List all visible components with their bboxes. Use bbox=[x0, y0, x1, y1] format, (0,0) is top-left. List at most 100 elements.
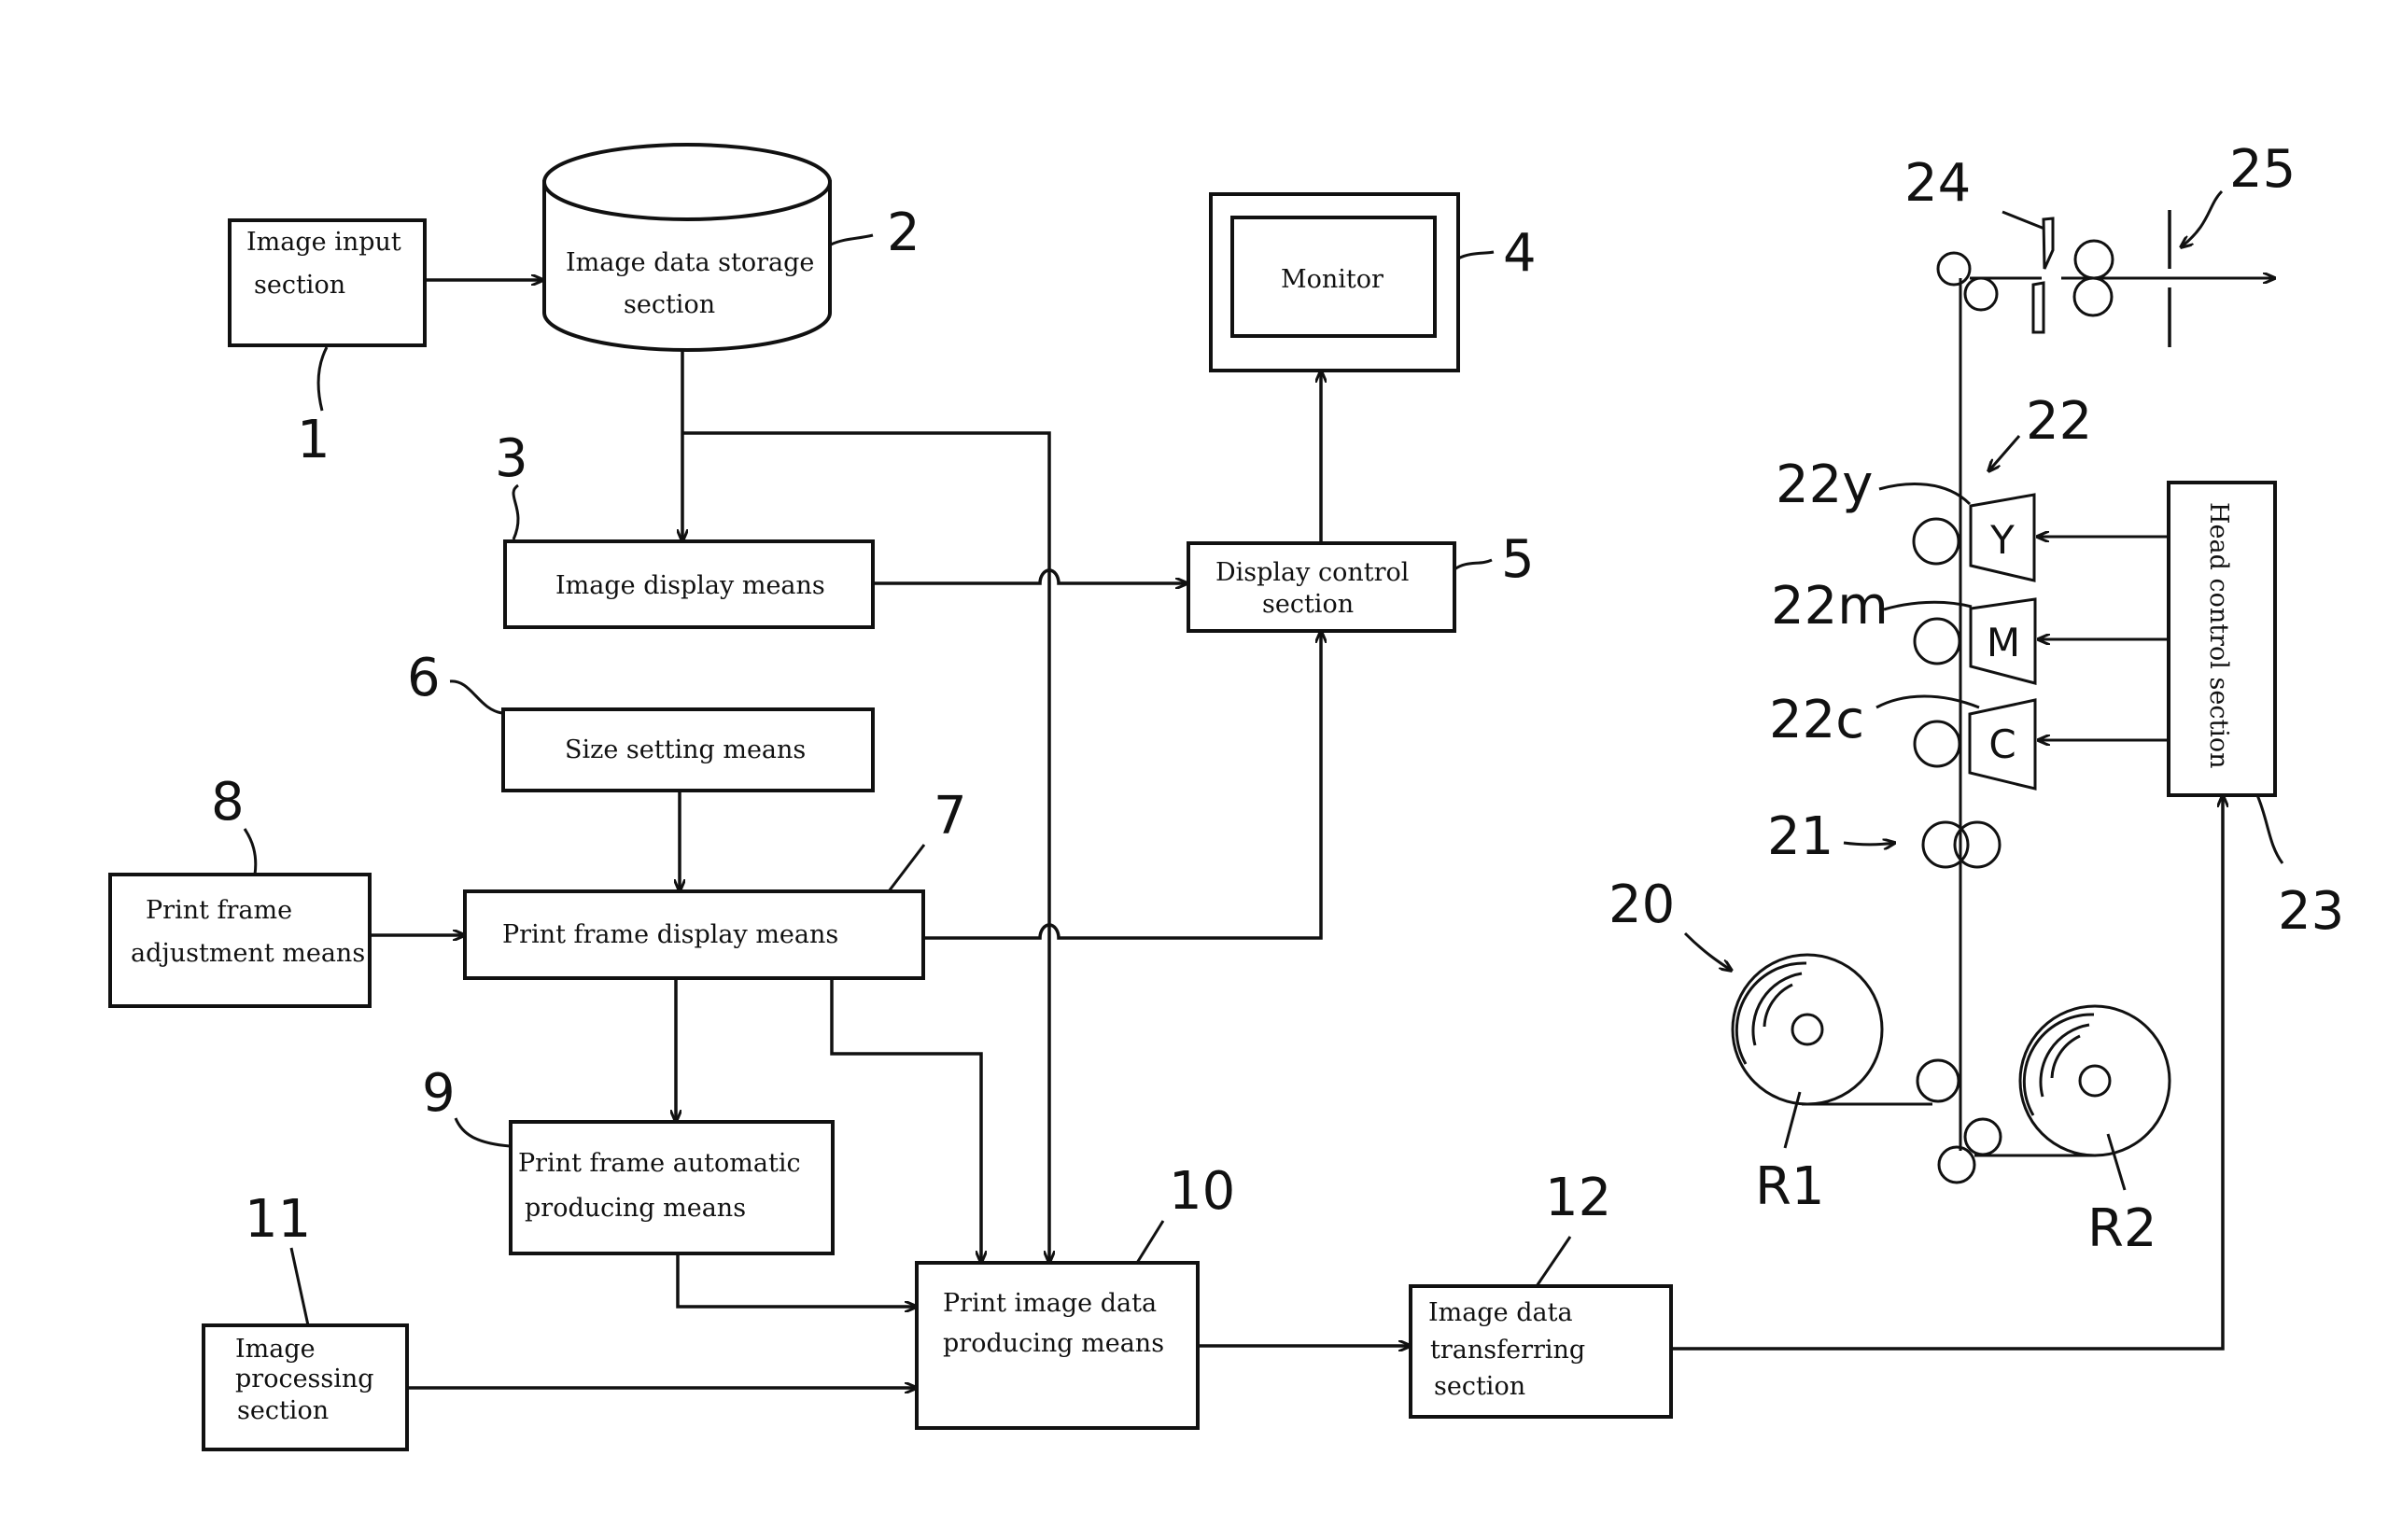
block-image-data-transferring: Image data transferring section bbox=[1409, 1284, 1673, 1419]
head-letter-c: C bbox=[1988, 721, 2016, 767]
ref-number-20: 20 bbox=[1608, 875, 1675, 935]
leader-6 bbox=[449, 679, 503, 715]
leader-7 bbox=[887, 844, 926, 892]
leader-5 bbox=[1454, 558, 1493, 571]
platen-roller bbox=[1913, 617, 1961, 665]
block-print-frame-display: Print frame display means bbox=[463, 889, 925, 980]
block-label-line: section bbox=[1262, 590, 1354, 619]
block-head-control: Head control section bbox=[2167, 481, 2277, 797]
ref-number-22y: 22y bbox=[1776, 455, 1873, 515]
leader-11 bbox=[289, 1247, 310, 1326]
leader-r2 bbox=[2106, 1133, 2127, 1191]
ref-number-23: 23 bbox=[2278, 881, 2344, 942]
ref-number-5: 5 bbox=[1501, 529, 1535, 590]
block-label-line: section bbox=[237, 1396, 329, 1425]
block-size-setting: Size setting means bbox=[501, 707, 875, 792]
leader-4 bbox=[1457, 250, 1495, 260]
leader-25 bbox=[2181, 189, 2224, 247]
block-print-frame-automatic: Print frame automatic producing means bbox=[509, 1120, 835, 1255]
ref-number-24: 24 bbox=[1904, 153, 1971, 214]
block-label-line: processing bbox=[235, 1365, 374, 1393]
roll-core bbox=[2078, 1064, 2112, 1098]
ref-number-9: 9 bbox=[422, 1063, 456, 1124]
ref-number-8: 8 bbox=[211, 772, 245, 833]
ref-number-3: 3 bbox=[495, 428, 528, 489]
block-label-line: section bbox=[254, 271, 345, 300]
ref-number-2: 2 bbox=[887, 203, 920, 263]
ref-number-7: 7 bbox=[934, 786, 967, 847]
leader-22 bbox=[1988, 435, 2021, 471]
block-label-line: Image data storage bbox=[566, 248, 814, 277]
guide-roller bbox=[1937, 1145, 1976, 1184]
block-label-line: Image data bbox=[1428, 1298, 1573, 1327]
roller bbox=[1963, 276, 1999, 312]
roll-wrap bbox=[2022, 1013, 2095, 1116]
guide-roller bbox=[1963, 1117, 2002, 1156]
block-label-line: Print image data bbox=[943, 1289, 1157, 1318]
block-label-line: section bbox=[624, 290, 715, 319]
ref-number-1: 1 bbox=[297, 410, 330, 470]
leader-10 bbox=[1135, 1220, 1165, 1264]
block-label-line: Print frame automatic bbox=[518, 1149, 801, 1178]
head-letter-y: Y bbox=[1989, 517, 2015, 563]
arrow-transfer-to-head-control bbox=[1671, 795, 2223, 1351]
block-label-line: section bbox=[1434, 1372, 1525, 1401]
leader-23 bbox=[2255, 794, 2284, 864]
roll-r2 bbox=[2018, 1004, 2171, 1157]
leader-12 bbox=[1535, 1236, 1572, 1287]
diagram-canvas: Image input section 1 Image data storage… bbox=[108, 139, 2344, 1451]
roll-wrap bbox=[1735, 961, 1807, 1065]
block-image-processing: Image processing section bbox=[202, 1323, 409, 1451]
block-monitor: Monitor bbox=[1209, 192, 1460, 372]
arrow-automatic-to-print-data bbox=[676, 1253, 917, 1307]
ref-number-r2: R2 bbox=[2087, 1198, 2157, 1259]
block-label-line: adjustment means bbox=[131, 939, 365, 968]
ref-number-4: 4 bbox=[1503, 223, 1537, 284]
leader-3 bbox=[512, 483, 520, 540]
leader-22y bbox=[1878, 483, 1972, 506]
platen-roller bbox=[1912, 517, 1960, 566]
block-label-line: Size setting means bbox=[565, 735, 806, 764]
block-image-data-storage: Image data storage section bbox=[542, 143, 832, 352]
block-label-line: Print frame display means bbox=[502, 920, 838, 949]
block-label-line: Head control section bbox=[2204, 502, 2233, 769]
leader-1 bbox=[316, 346, 329, 412]
block-label-line: transferring bbox=[1430, 1336, 1585, 1365]
arrow-frame-display-to-control bbox=[923, 631, 1321, 940]
ref-number-22: 22 bbox=[2026, 391, 2092, 452]
cutter-blade-upper bbox=[2042, 217, 2055, 270]
block-label-line: Print frame bbox=[146, 896, 292, 925]
roller bbox=[1936, 251, 1972, 287]
cutter-blade-lower bbox=[2031, 281, 2045, 334]
block-label-line: producing means bbox=[525, 1194, 746, 1223]
platen-roller bbox=[1913, 720, 1961, 768]
leader-22m bbox=[1883, 600, 1973, 611]
block-label-line: Display control bbox=[1215, 558, 1409, 587]
arrow-display-to-control bbox=[873, 568, 1187, 583]
ref-number-6: 6 bbox=[407, 648, 441, 708]
block-label-line: Monitor bbox=[1281, 265, 1384, 294]
block-print-image-data: Print image data producing means bbox=[915, 1261, 1200, 1430]
ref-number-12: 12 bbox=[1545, 1168, 1611, 1228]
exit-roller bbox=[2073, 239, 2114, 280]
leader-2 bbox=[830, 233, 874, 246]
leader-20 bbox=[1683, 931, 1732, 971]
ref-number-11: 11 bbox=[245, 1189, 311, 1250]
exit-roller bbox=[2072, 276, 2114, 317]
block-display-control: Display control section bbox=[1187, 541, 1456, 633]
ref-number-10: 10 bbox=[1169, 1161, 1235, 1222]
leader-22c bbox=[1875, 694, 1980, 709]
ref-number-25: 25 bbox=[2229, 139, 2296, 200]
block-label-line: Image bbox=[235, 1335, 316, 1364]
ref-number-22c: 22c bbox=[1769, 690, 1864, 750]
ref-number-r1: R1 bbox=[1755, 1156, 1825, 1217]
block-print-frame-adjustment: Print frame adjustment means bbox=[108, 873, 372, 1008]
block-label-line: Image input bbox=[246, 228, 401, 257]
block-image-display: Image display means bbox=[503, 539, 875, 629]
arrow-frame-display-to-print-data bbox=[830, 978, 981, 1263]
ref-number-22m: 22m bbox=[1771, 576, 1889, 637]
block-image-input: Image input section bbox=[228, 218, 427, 347]
ref-number-21: 21 bbox=[1767, 806, 1833, 867]
roll-r1 bbox=[1731, 953, 1884, 1106]
leader-8 bbox=[243, 828, 258, 875]
